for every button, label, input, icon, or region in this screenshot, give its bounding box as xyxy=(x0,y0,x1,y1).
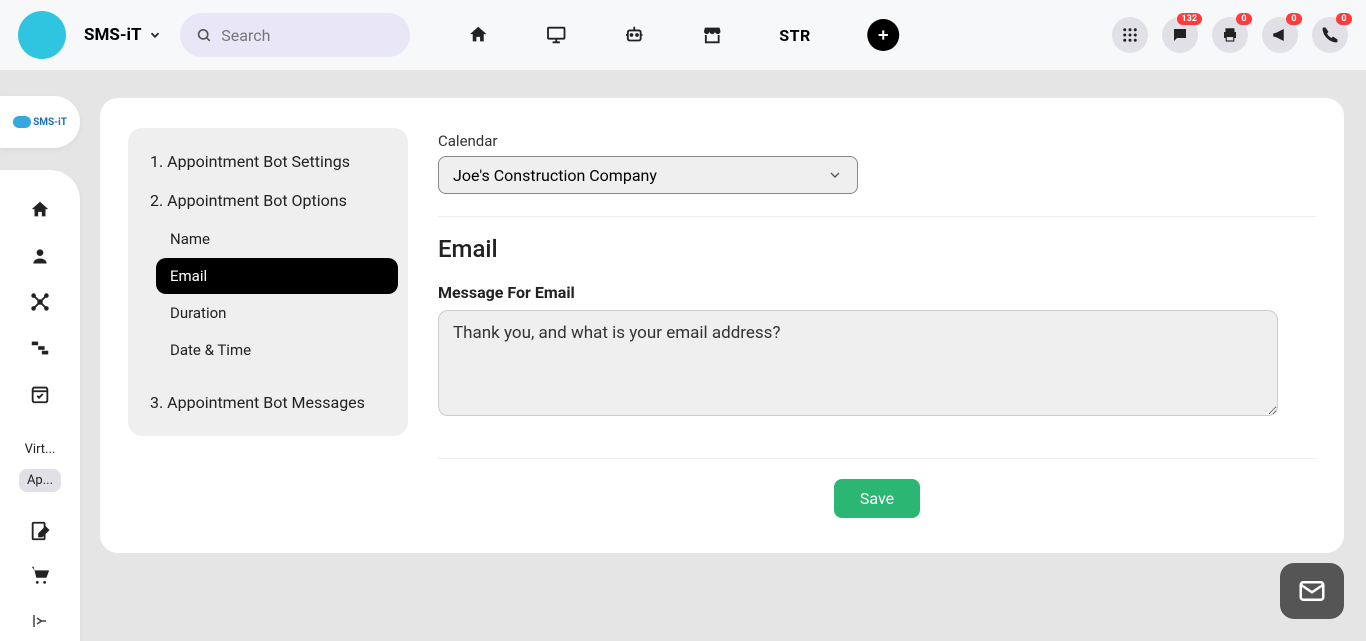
nav-bot-messages[interactable]: 3. Appointment Bot Messages xyxy=(138,383,398,422)
nav-bot-settings[interactable]: 1. Appointment Bot Settings xyxy=(138,142,398,181)
grid-icon xyxy=(1121,26,1139,44)
home-icon[interactable] xyxy=(467,24,489,46)
brand-dropdown[interactable]: SMS-iT xyxy=(84,25,162,45)
search-icon xyxy=(196,26,212,44)
messages-badge: 132 xyxy=(1177,13,1203,25)
app-header: SMS-iT STR 132 0 xyxy=(0,0,1366,70)
funnel-nav-icon[interactable] xyxy=(28,336,52,360)
plus-icon xyxy=(875,27,891,43)
calendar-select[interactable]: Joe's Construction Company xyxy=(438,156,858,194)
megaphone-icon xyxy=(1271,26,1289,44)
phone-badge: 0 xyxy=(1336,13,1352,25)
calendar-nav-icon[interactable] xyxy=(28,382,52,406)
phone-button[interactable]: 0 xyxy=(1312,17,1348,53)
nav-sub-group: Name Email Duration Date & Time xyxy=(138,221,398,368)
avatar[interactable] xyxy=(18,11,66,59)
print-button[interactable]: 0 xyxy=(1212,17,1248,53)
calendar-select-value: Joe's Construction Company xyxy=(453,166,657,185)
chevron-down-icon xyxy=(148,28,162,42)
expand-sidebar-icon[interactable] xyxy=(31,612,49,634)
brand-label: SMS-iT xyxy=(84,25,142,45)
content-area: Calendar Joe's Construction Company Emai… xyxy=(438,128,1316,523)
mail-icon xyxy=(1297,576,1327,606)
header-right: 132 0 0 0 xyxy=(1112,17,1348,53)
network-nav-icon[interactable] xyxy=(28,290,52,314)
message-label: Message For Email xyxy=(438,283,1316,302)
nav-bot-options[interactable]: 2. Appointment Bot Options xyxy=(138,181,398,220)
sidebar-text-group: Virt... Ap... xyxy=(0,438,80,492)
cart-nav-icon[interactable] xyxy=(29,564,51,586)
user-nav-icon[interactable] xyxy=(28,244,52,268)
printer-icon xyxy=(1221,26,1239,44)
logo-card[interactable]: SMS-iT xyxy=(0,96,80,148)
main-card: 1. Appointment Bot Settings 2. Appointme… xyxy=(100,98,1344,553)
announcements-button[interactable]: 0 xyxy=(1262,17,1298,53)
header-center-nav: STR xyxy=(467,19,899,51)
save-button[interactable]: Save xyxy=(834,479,920,518)
chevron-down-icon xyxy=(827,167,843,183)
desktop-icon[interactable] xyxy=(545,24,567,46)
announce-badge: 0 xyxy=(1286,13,1302,25)
store-icon[interactable] xyxy=(701,24,723,46)
home-nav-icon[interactable] xyxy=(28,198,52,222)
divider xyxy=(438,216,1316,217)
nav-sub-email[interactable]: Email xyxy=(156,258,398,294)
apps-grid-button[interactable] xyxy=(1112,17,1148,53)
print-badge: 0 xyxy=(1236,13,1252,25)
nav-sub-name[interactable]: Name xyxy=(156,221,398,257)
nav-sub-duration[interactable]: Duration xyxy=(156,295,398,331)
edit-nav-icon[interactable] xyxy=(29,520,51,542)
calendar-label: Calendar xyxy=(438,132,1316,150)
save-row: Save xyxy=(438,458,1316,518)
search-input[interactable] xyxy=(221,26,393,45)
cloud-icon xyxy=(13,116,31,128)
left-sidebar: SMS-iT Virt... Ap... xyxy=(0,70,80,641)
settings-nav: 1. Appointment Bot Settings 2. Appointme… xyxy=(128,128,408,436)
nav-sub-datetime[interactable]: Date & Time xyxy=(156,332,398,368)
section-title: Email xyxy=(438,235,1316,263)
sidebar-card: Virt... Ap... xyxy=(0,170,80,641)
support-chat-button[interactable] xyxy=(1280,563,1344,619)
phone-icon xyxy=(1321,26,1339,44)
add-button[interactable] xyxy=(867,19,899,51)
search-field[interactable] xyxy=(180,13,410,57)
logo-text: SMS-iT xyxy=(33,117,67,128)
message-textarea[interactable] xyxy=(438,310,1278,416)
chat-icon xyxy=(1171,26,1189,44)
messages-button[interactable]: 132 xyxy=(1162,17,1198,53)
sidebar-item-ap[interactable]: Ap... xyxy=(19,469,61,492)
str-nav-item[interactable]: STR xyxy=(779,26,811,45)
robot-icon[interactable] xyxy=(623,24,645,46)
sidebar-item-virt[interactable]: Virt... xyxy=(17,438,64,461)
